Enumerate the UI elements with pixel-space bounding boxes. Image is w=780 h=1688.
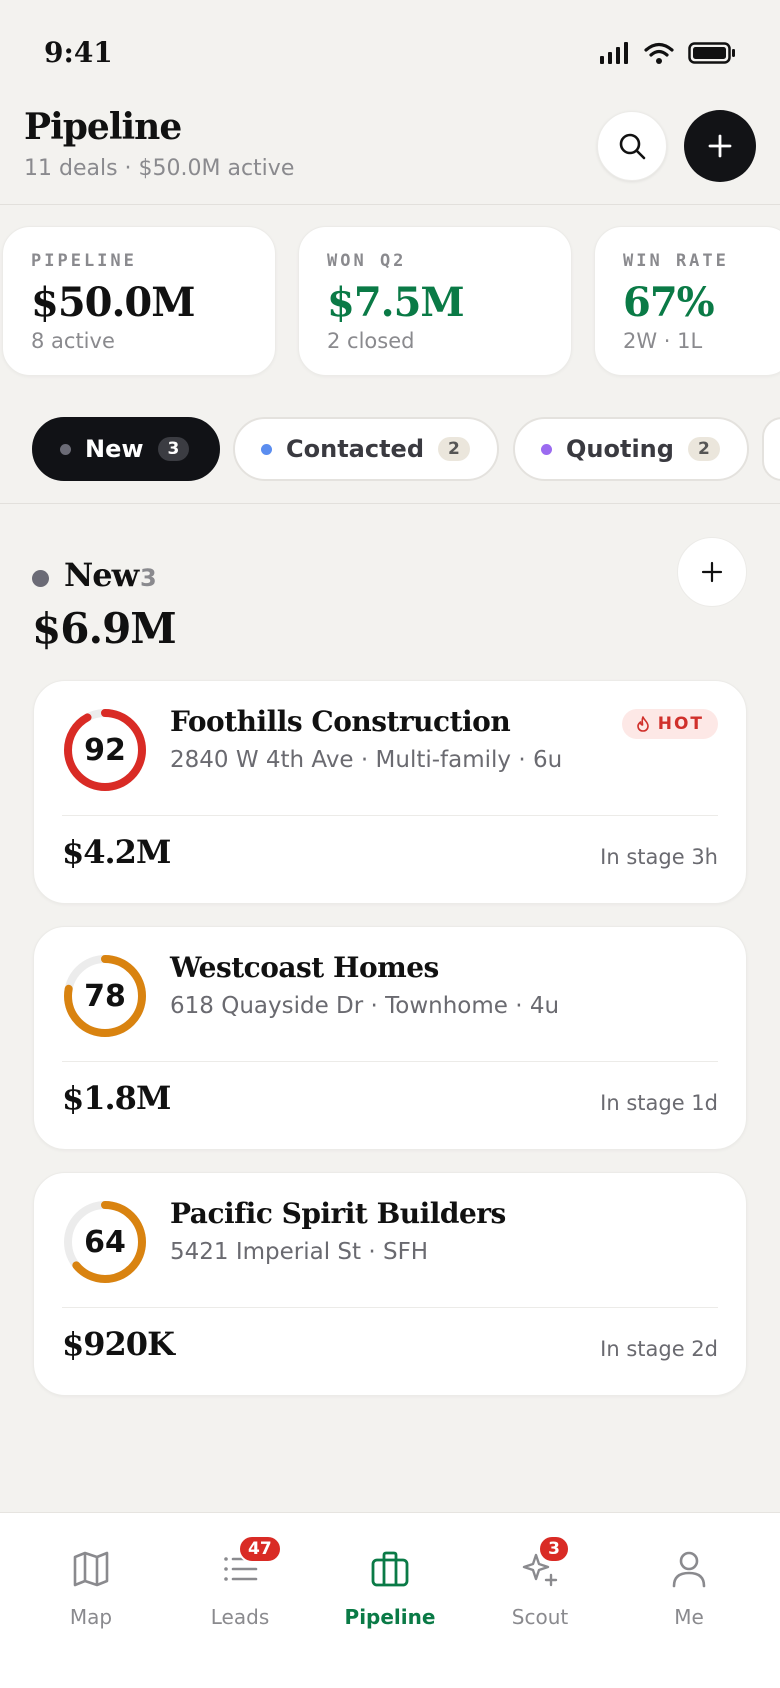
status-dot [541, 443, 552, 455]
stat-sub: 2 closed [327, 329, 415, 353]
nav-label: Map [69, 1605, 113, 1629]
deal-name: Pacific Spirit Builders [170, 1197, 506, 1230]
stage-duration: In stage 2d [600, 1337, 718, 1361]
lead-score: 78 [84, 978, 126, 1014]
nav-label: Me [674, 1605, 704, 1629]
stat-value: $7.5M [327, 279, 465, 326]
nav-item-map[interactable]: Map [16, 1533, 166, 1633]
map-icon [73, 1551, 109, 1587]
deal-card[interactable]: 64 Pacific Spirit Builders 5421 Imperial… [33, 1172, 747, 1396]
status-bar: 9:41 [0, 0, 780, 100]
add-to-stage-button[interactable] [677, 537, 747, 607]
chip-next-partial[interactable] [762, 417, 780, 481]
stage-duration: In stage 3h [600, 845, 718, 869]
lead-score: 64 [84, 1224, 126, 1260]
stats-row: PIPELINE $50.0M 8 active WON Q2 $7.5M 2 … [0, 226, 780, 378]
stat-value: 67% [623, 279, 715, 326]
stat-label: WIN RATE [623, 251, 729, 271]
deal-value: $1.8M [62, 1079, 171, 1117]
status-dot [32, 570, 49, 587]
deal-card[interactable]: 78 Westcoast Homes 618 Quayside Dr · Tow… [33, 926, 747, 1150]
chip-contacted[interactable]: Contacted 2 [233, 417, 499, 481]
deal-value: $920K [62, 1325, 175, 1363]
deal-card[interactable]: 92 Foothills Construction 2840 W 4th Ave… [33, 680, 747, 904]
divider [62, 1061, 718, 1062]
stat-sub: 2W · 1L [623, 329, 703, 353]
deal-value: $4.2M [62, 833, 171, 871]
chip-count: 3 [157, 437, 190, 461]
deal-name: Foothills Construction [170, 705, 511, 738]
stat-card-win-rate[interactable]: WIN RATE 67% 2W · 1L [594, 226, 780, 376]
badge-label: HOT [657, 714, 704, 734]
deal-name: Westcoast Homes [170, 951, 439, 984]
page-header: Pipeline 11 deals · $50.0M active [0, 100, 780, 205]
nav-item-leads[interactable]: 47 Leads [165, 1533, 315, 1633]
chip-quoting[interactable]: Quoting 2 [513, 417, 749, 481]
section-name: New [64, 556, 139, 594]
stat-value: $50.0M [31, 279, 196, 326]
chip-count: 2 [687, 437, 720, 461]
stat-label: WON Q2 [327, 251, 407, 271]
status-time: 9:41 [44, 36, 113, 69]
lead-score: 92 [84, 732, 126, 768]
stat-label: PIPELINE [31, 251, 137, 271]
nav-label: Pipeline [344, 1605, 436, 1629]
chip-label: Contacted [286, 435, 425, 463]
section-total: $6.9M [32, 604, 177, 653]
divider [62, 815, 718, 816]
deal-address: 5421 Imperial St · SFH [170, 1239, 429, 1265]
battery-icon [688, 42, 735, 64]
nav-item-me[interactable]: Me [614, 1533, 764, 1633]
bottom-nav: Map 47 Leads Pipeline 3 Scout Me [0, 1512, 780, 1688]
page-title: Pipeline [24, 106, 182, 148]
divider [62, 1307, 718, 1308]
status-dot [60, 443, 71, 455]
stat-sub: 8 active [31, 329, 115, 353]
briefcase-icon [371, 1551, 409, 1587]
stage-filter-chips: New 3 Contacted 2 Quoting 2 [0, 414, 780, 504]
deal-address: 618 Quayside Dr · Townhome · 4u [170, 993, 560, 1019]
status-icons [600, 42, 736, 64]
plus-icon [708, 134, 732, 158]
notification-badge: 3 [538, 1535, 570, 1563]
stat-card-pipeline[interactable]: PIPELINE $50.0M 8 active [2, 226, 276, 376]
signal-icon [600, 42, 628, 64]
search-button[interactable] [597, 111, 667, 181]
deal-address: 2840 W 4th Ave · Multi-family · 6u [170, 747, 563, 773]
nav-label: Scout [511, 1605, 569, 1629]
nav-item-pipeline[interactable]: Pipeline [315, 1533, 465, 1633]
page-subtitle: 11 deals · $50.0M active [24, 156, 295, 181]
stage-duration: In stage 1d [600, 1091, 718, 1115]
chip-label: New [85, 435, 144, 463]
hot-badge: HOT [621, 709, 718, 739]
person-icon [672, 1551, 706, 1588]
plus-icon [701, 561, 723, 583]
nav-item-scout[interactable]: 3 Scout [465, 1533, 615, 1633]
nav-label: Leads [210, 1605, 270, 1629]
flame-icon [636, 716, 649, 732]
stat-card-won[interactable]: WON Q2 $7.5M 2 closed [298, 226, 572, 376]
search-icon [619, 133, 646, 160]
chip-new[interactable]: New 3 [32, 417, 220, 481]
notification-badge: 47 [238, 1535, 282, 1563]
chip-label: Quoting [566, 435, 674, 463]
chip-count: 2 [438, 437, 470, 461]
section-count: 3 [140, 564, 157, 592]
wifi-icon [644, 42, 674, 64]
add-deal-button[interactable] [684, 110, 756, 182]
status-dot [261, 443, 272, 455]
